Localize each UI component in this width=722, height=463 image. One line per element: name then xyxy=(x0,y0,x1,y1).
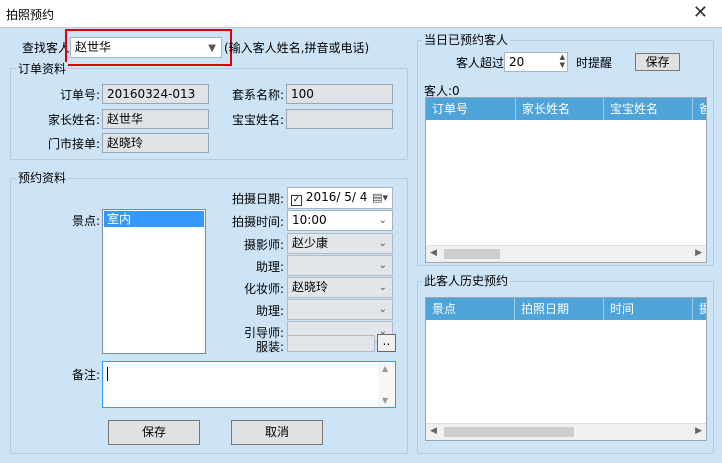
over-label: 客人超过 xyxy=(456,56,505,70)
assistant2-label: 助理: xyxy=(255,304,284,318)
search-combobox[interactable]: 赵世华 ▼ xyxy=(70,37,222,58)
costume-field xyxy=(287,335,375,352)
baby-label: 宝宝姓名: xyxy=(231,113,284,127)
receiver-field: 赵晓玲 xyxy=(102,133,209,153)
chevron-down-icon[interactable]: ▼ xyxy=(208,41,216,57)
booking-save-button[interactable]: 保存 xyxy=(108,420,200,445)
time-label: 拍摄时间: xyxy=(231,215,284,229)
scroll-right-icon[interactable]: ▶ xyxy=(695,248,702,258)
chevron-down-icon[interactable]: ⌄ xyxy=(379,236,387,252)
close-icon[interactable]: ✕ xyxy=(693,2,708,23)
makeup-value: 赵晓玲 xyxy=(292,280,329,294)
column-header[interactable]: 宝宝姓名 xyxy=(604,98,693,120)
over-value: 20 xyxy=(509,55,525,69)
makeup-label: 化妆师: xyxy=(243,282,284,296)
photographer-select[interactable]: 赵少康 ⌄ xyxy=(287,233,393,254)
scroll-down-icon[interactable]: ▼ xyxy=(382,396,388,405)
calendar-dropdown-icon[interactable]: ▤▾ xyxy=(372,190,388,206)
note-textarea[interactable]: ▲ ▼ xyxy=(102,361,396,408)
history-grid-header: 景点 拍照日期 时间 摄 xyxy=(426,298,706,320)
scroll-thumb[interactable] xyxy=(444,427,574,437)
scene-list[interactable]: 室内 xyxy=(102,209,206,354)
booking-cancel-button[interactable]: 取消 xyxy=(231,420,323,445)
history-group-title: 此客人历史预约 xyxy=(422,274,511,288)
photographer-value: 赵少康 xyxy=(292,236,329,250)
column-header[interactable]: 摄 xyxy=(693,298,706,320)
window-title: 拍照预约 xyxy=(6,8,55,22)
assistant1-label: 助理: xyxy=(255,260,284,274)
scene-item[interactable]: 室内 xyxy=(104,211,204,227)
today-grid-header: 订单号 家长姓名 宝宝姓名 爸 xyxy=(426,98,706,120)
package-field: 100 xyxy=(286,84,393,104)
makeup-select[interactable]: 赵晓玲 ⌄ xyxy=(287,277,393,298)
column-header[interactable]: 时间 xyxy=(604,298,693,320)
assistant2-select[interactable]: ⌄ xyxy=(287,299,393,320)
assistant1-select[interactable]: ⌄ xyxy=(287,255,393,276)
date-value: 2016/ 5/ 4 xyxy=(305,190,368,204)
photographer-label: 摄影师: xyxy=(243,238,284,252)
date-picker[interactable]: ✓ 2016/ 5/ 4 ▤▾ xyxy=(287,187,393,209)
history-grid[interactable]: 景点 拍照日期 时间 摄 ◀ ▶ xyxy=(425,297,707,441)
column-header[interactable]: 爸 xyxy=(693,98,706,120)
order-no-label: 订单号: xyxy=(59,88,100,102)
parent-field: 赵世华 xyxy=(102,109,209,129)
today-hscrollbar[interactable]: ◀ ▶ xyxy=(426,245,706,262)
search-hint: (输入客人姓名,拼音或电话) xyxy=(224,41,370,55)
column-header[interactable]: 订单号 xyxy=(426,98,516,120)
chevron-down-icon[interactable]: ⌄ xyxy=(379,213,387,229)
scroll-right-icon[interactable]: ▶ xyxy=(695,426,702,436)
scroll-thumb[interactable] xyxy=(444,249,500,259)
title-bar: 拍照预约 ✕ xyxy=(0,0,722,28)
time-value: 10:00 xyxy=(292,213,327,227)
column-header[interactable]: 拍照日期 xyxy=(515,298,604,320)
chevron-down-icon[interactable]: ⌄ xyxy=(379,280,387,296)
scroll-left-icon[interactable]: ◀ xyxy=(430,248,437,258)
chevron-down-icon[interactable]: ⌄ xyxy=(379,258,387,274)
parent-label: 家长姓名: xyxy=(47,113,100,127)
column-header[interactable]: 家长姓名 xyxy=(516,98,604,120)
order-no-field: 20160324-013 xyxy=(102,84,209,104)
scroll-up-icon[interactable]: ▲ xyxy=(382,364,388,373)
scene-label: 景点: xyxy=(71,214,100,228)
receiver-label: 门市接单: xyxy=(47,137,100,151)
remind-label: 时提醒 xyxy=(576,56,613,70)
costume-browse-button[interactable]: .. xyxy=(377,334,396,352)
spinner-arrows-icon[interactable]: ▲ ▼ xyxy=(560,53,565,69)
time-select[interactable]: 10:00 ⌄ xyxy=(287,210,393,231)
scroll-left-icon[interactable]: ◀ xyxy=(430,426,437,436)
checkbox-checked-icon[interactable]: ✓ xyxy=(291,195,302,206)
note-scrollbar[interactable]: ▲ ▼ xyxy=(378,362,395,407)
baby-field xyxy=(286,109,393,129)
package-label: 套系名称: xyxy=(231,88,284,102)
today-group-title: 当日已预约客人 xyxy=(422,33,511,47)
text-cursor xyxy=(107,367,108,381)
remind-save-button[interactable]: 保存 xyxy=(635,53,680,71)
search-value: 赵世华 xyxy=(75,40,112,54)
booking-group-title: 预约资料 xyxy=(16,171,69,185)
today-grid[interactable]: 订单号 家长姓名 宝宝姓名 爸 ◀ ▶ xyxy=(425,97,707,263)
history-hscrollbar[interactable]: ◀ ▶ xyxy=(426,423,706,440)
costume-label: 服装: xyxy=(255,340,284,354)
note-label: 备注: xyxy=(71,368,100,382)
date-label: 拍摄日期: xyxy=(231,192,284,206)
chevron-down-icon[interactable]: ⌄ xyxy=(379,302,387,318)
order-group-title: 订单资料 xyxy=(16,62,69,76)
column-header[interactable]: 景点 xyxy=(426,298,515,320)
over-spinner[interactable]: 20 ▲ ▼ xyxy=(504,52,568,72)
